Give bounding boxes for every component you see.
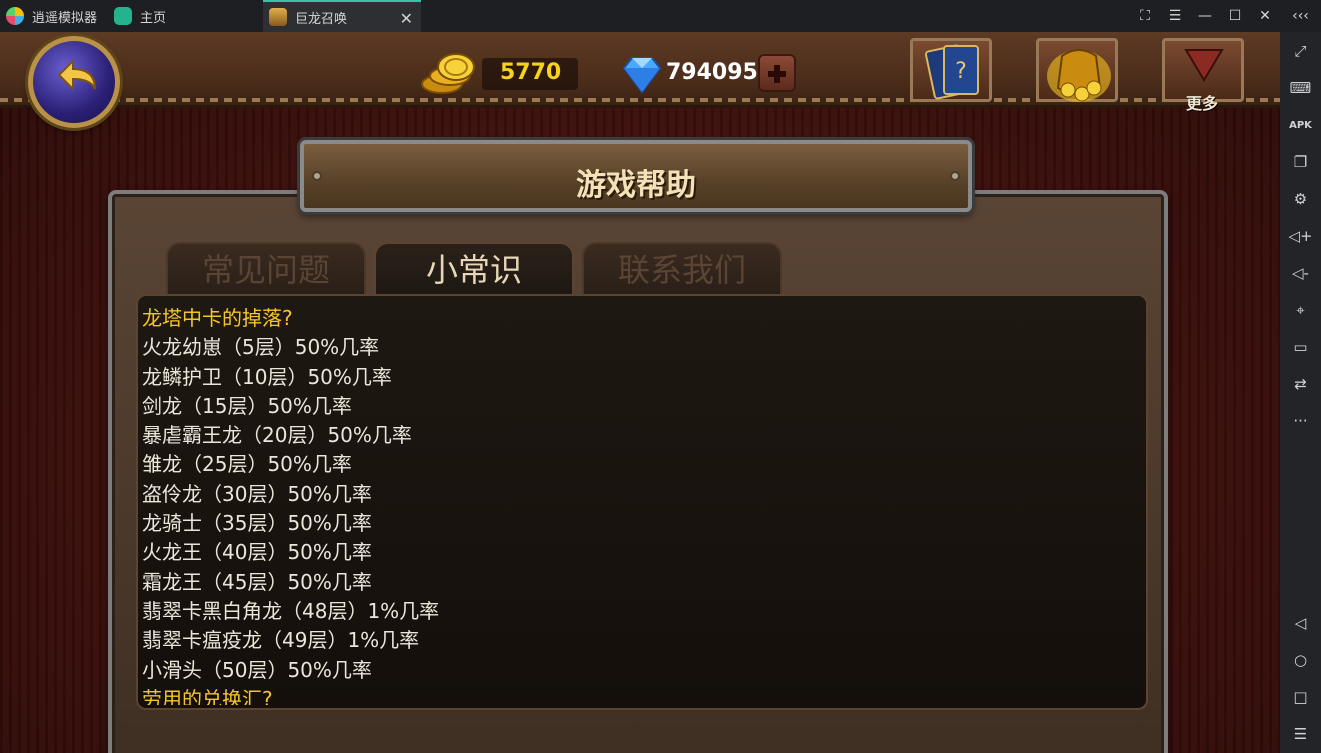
close-window-icon[interactable]: ✕ — [1250, 0, 1280, 32]
treasure-gold-icon — [1047, 49, 1111, 102]
close-tab-icon[interactable]: ✕ — [400, 9, 413, 28]
tab-game-label: 巨龙召唤 — [295, 11, 348, 27]
list-item: 火龙幼崽（5层）50%几率 — [142, 335, 380, 360]
emulator-sidebar: ⤢ ⌨ APK ❐ ⚙ ◁+ ◁- ⌖ ▭ ⇄ ··· ◁ ○ □ ☰ — [1280, 32, 1321, 753]
emulator-titlebar: 逍遥模拟器 主页 巨龙召唤 ✕ ⛶ ☰ — ☐ ✕ ‹‹‹ — [0, 0, 1321, 32]
keyboard-icon[interactable]: ⌨ — [1280, 73, 1321, 103]
folder-icon[interactable]: ▭ — [1280, 332, 1321, 362]
svg-text:?: ? — [955, 59, 967, 84]
card-collection-button[interactable]: ? — [906, 32, 998, 108]
screenshot-icon[interactable]: ⛶ — [1130, 0, 1160, 32]
maximize-icon[interactable]: ☐ — [1220, 0, 1250, 32]
help-text[interactable]: 龙塔中卡的掉落? 火龙幼崽（5层）50%几率 龙鳞护卫（10层）50%几率 剑龙… — [142, 304, 1132, 724]
app-name: 逍遥模拟器 — [32, 10, 98, 26]
apk-install-icon[interactable]: APK — [1280, 110, 1321, 140]
menu-icon[interactable]: ☰ — [1160, 0, 1190, 32]
list-item: 翡翠卡黑白角龙（48层）1%几率 — [142, 598, 440, 623]
diamond-icon — [622, 57, 662, 94]
back-button[interactable] — [28, 36, 120, 128]
list-item: 剑龙（15层）50%几率 — [142, 393, 352, 418]
page-title: 游戏帮助 — [576, 168, 696, 203]
triangle-down-icon — [1184, 49, 1224, 82]
treasure-button[interactable] — [1032, 32, 1124, 108]
section-heading-partial: 劳用的兑换汇? — [142, 686, 273, 705]
list-item: 翡翠卡瘟疫龙（49层）1%几率 — [142, 628, 420, 653]
list-item: 龙骑士（35层）50%几率 — [142, 511, 372, 536]
list-item: 雏龙（25层）50%几率 — [142, 452, 352, 477]
list-item: 小滑头（50层）50%几率 — [142, 657, 372, 682]
more-button[interactable]: 更多 — [1158, 32, 1250, 113]
volume-up-icon[interactable]: ◁+ — [1280, 221, 1321, 251]
tab-home-label: 主页 — [140, 10, 167, 26]
more-label: 更多 — [1186, 94, 1219, 113]
gem-value: 794095 — [666, 60, 758, 85]
volume-down-icon[interactable]: ◁- — [1280, 258, 1321, 288]
tab-contact[interactable]: 联系我们 — [582, 242, 782, 294]
cards-icon: ? — [924, 44, 979, 100]
list-item: 霜龙王（45层）50%几率 — [142, 569, 372, 594]
gold-value: 5770 — [500, 60, 562, 85]
list-item: 盗伶龙（30层）50%几率 — [142, 481, 372, 506]
collapse-sidebar-icon[interactable]: ‹‹‹ — [1280, 0, 1321, 32]
multi-window-icon[interactable]: ❐ — [1280, 147, 1321, 177]
gold-coin-icon — [421, 53, 475, 94]
window-controls: ⛶ ☰ — ☐ ✕ ‹‹‹ — [1130, 0, 1321, 32]
location-pin-icon[interactable]: ⌖ — [1280, 295, 1321, 325]
android-home-icon[interactable]: ○ — [1280, 645, 1321, 675]
back-arrow-icon — [57, 58, 96, 92]
settings-gear-icon[interactable]: ⚙ — [1280, 184, 1321, 214]
list-item: 龙鳞护卫（10层）50%几率 — [142, 364, 392, 389]
tab-game[interactable]: 巨龙召唤 ✕ — [263, 0, 421, 32]
minimize-icon[interactable]: — — [1190, 0, 1220, 32]
top-resource-bar: 5770 794095 ? 更多 — [0, 32, 1280, 113]
android-back-icon[interactable]: ◁ — [1280, 608, 1321, 638]
tab-tips[interactable]: 小常识 — [374, 242, 574, 294]
tab-faq[interactable]: 常见问题 — [166, 242, 366, 294]
tab-home[interactable]: 主页 — [108, 0, 258, 32]
list-item: 暴虐霸王龙（20层）50%几率 — [142, 423, 412, 448]
more-options-icon[interactable]: ··· — [1280, 406, 1321, 436]
list-item: 火龙王（40层）50%几率 — [142, 540, 372, 565]
list-menu-icon[interactable]: ☰ — [1280, 719, 1321, 749]
app-logo-icon — [6, 7, 24, 25]
section-heading: 龙塔中卡的掉落? — [142, 306, 293, 330]
add-gems-button[interactable] — [758, 54, 796, 92]
app-menu[interactable]: 逍遥模拟器 — [0, 0, 105, 32]
game-tab-icon — [269, 8, 287, 26]
game-screen: 5770 794095 ? 更多 游戏帮助 常见问题 小常识 联系我们 龙塔中卡… — [0, 32, 1280, 753]
home-tab-icon — [114, 7, 132, 25]
title-plate: 游戏帮助 — [300, 140, 972, 212]
rotate-icon[interactable]: ⇄ — [1280, 369, 1321, 399]
fullscreen-icon[interactable]: ⤢ — [1280, 36, 1321, 66]
android-recents-icon[interactable]: □ — [1280, 682, 1321, 712]
